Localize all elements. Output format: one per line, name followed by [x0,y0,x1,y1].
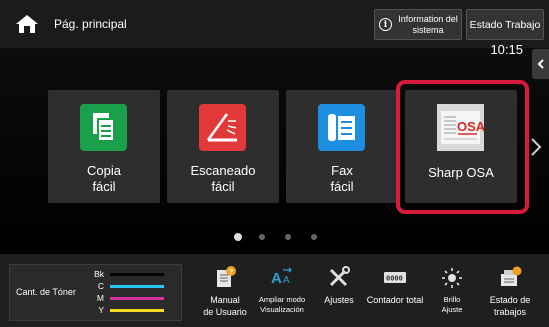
settings-tools-icon [329,266,350,287]
toner-row-m: M [90,292,164,304]
function-label: Brillo Ajuste [441,295,463,314]
job-status-function-button[interactable]: Estado de trabajos [480,264,540,324]
toner-label: C [97,281,104,291]
job-status-button[interactable]: Estado Trabajo [466,9,544,40]
brightness-icon [442,268,462,288]
page-title: Pág. principal [54,17,127,31]
job-status-icon [501,266,522,286]
toner-title: Cant. de Tóner [16,287,76,297]
page-dot[interactable] [311,234,317,240]
svg-text:A: A [283,275,290,286]
tile-label: Fax fácil [330,163,354,194]
selection-highlight [396,80,529,214]
user-manual-button[interactable]: ? Manual de Usuario [196,264,254,324]
info-icon: i [379,18,392,31]
toner-row-bk: Bk [90,268,164,280]
toner-level-panel: Cant. de Tóner Bk C M Y [9,264,182,321]
scan-icon [199,104,246,151]
counter-icon: 0000 [384,272,406,283]
function-label: Ajustes [324,295,354,305]
tile-label: Escaneado fácil [190,163,256,194]
clock: 10:15 [490,42,523,57]
page-dot-active[interactable] [234,233,242,241]
fax-icon [318,104,365,151]
toner-label: M [96,293,104,303]
total-counter-button[interactable]: 0000 Contador total [362,264,428,324]
tile-label: Copia fácil [87,163,121,194]
brightness-adjust-button[interactable]: Brillo Ajuste [432,264,472,324]
system-information-label: Information del sistema [398,13,458,35]
text-size-icon: A A [271,267,292,287]
toner-bar-magenta [110,296,164,300]
tile-fax-facil[interactable]: Fax fácil [286,90,398,203]
chevron-left-icon [537,59,544,69]
toner-row-y: Y [90,304,164,316]
toner-label: Y [98,305,104,315]
page-dot[interactable] [259,234,265,240]
settings-button[interactable]: Ajustes [316,264,362,324]
side-panel-tab[interactable] [532,49,549,79]
home-icon[interactable] [14,12,40,36]
tile-escaneado-facil[interactable]: Escaneado fácil [167,90,279,203]
manual-icon: ? [217,266,236,287]
toner-row-c: C [90,280,164,292]
svg-text:0000: 0000 [386,275,403,283]
svg-text:?: ? [229,269,233,276]
chevron-right-icon[interactable] [529,137,543,157]
page-dot[interactable] [285,234,291,240]
function-label: Contador total [366,295,424,305]
toner-bar-yellow [110,308,164,312]
top-bar: Pág. principal i Information del sistema… [0,0,549,48]
function-label: Ampliar modo Visualización [258,295,306,314]
svg-text:A: A [271,270,282,287]
system-information-button[interactable]: i Information del sistema [374,9,462,40]
toner-bar-black [110,272,164,276]
toner-bar-cyan [110,284,164,288]
function-label: Estado de trabajos [489,295,531,317]
toner-label: Bk [94,269,104,279]
enlarge-display-button[interactable]: A A Ampliar modo Visualización [252,264,312,324]
copy-icon [80,104,127,151]
function-label: Manual de Usuario [203,295,247,317]
tile-copia-facil[interactable]: Copia fácil [48,90,160,203]
bottom-bar: Cant. de Tóner Bk C M Y ? Manual de Usua… [0,254,549,327]
